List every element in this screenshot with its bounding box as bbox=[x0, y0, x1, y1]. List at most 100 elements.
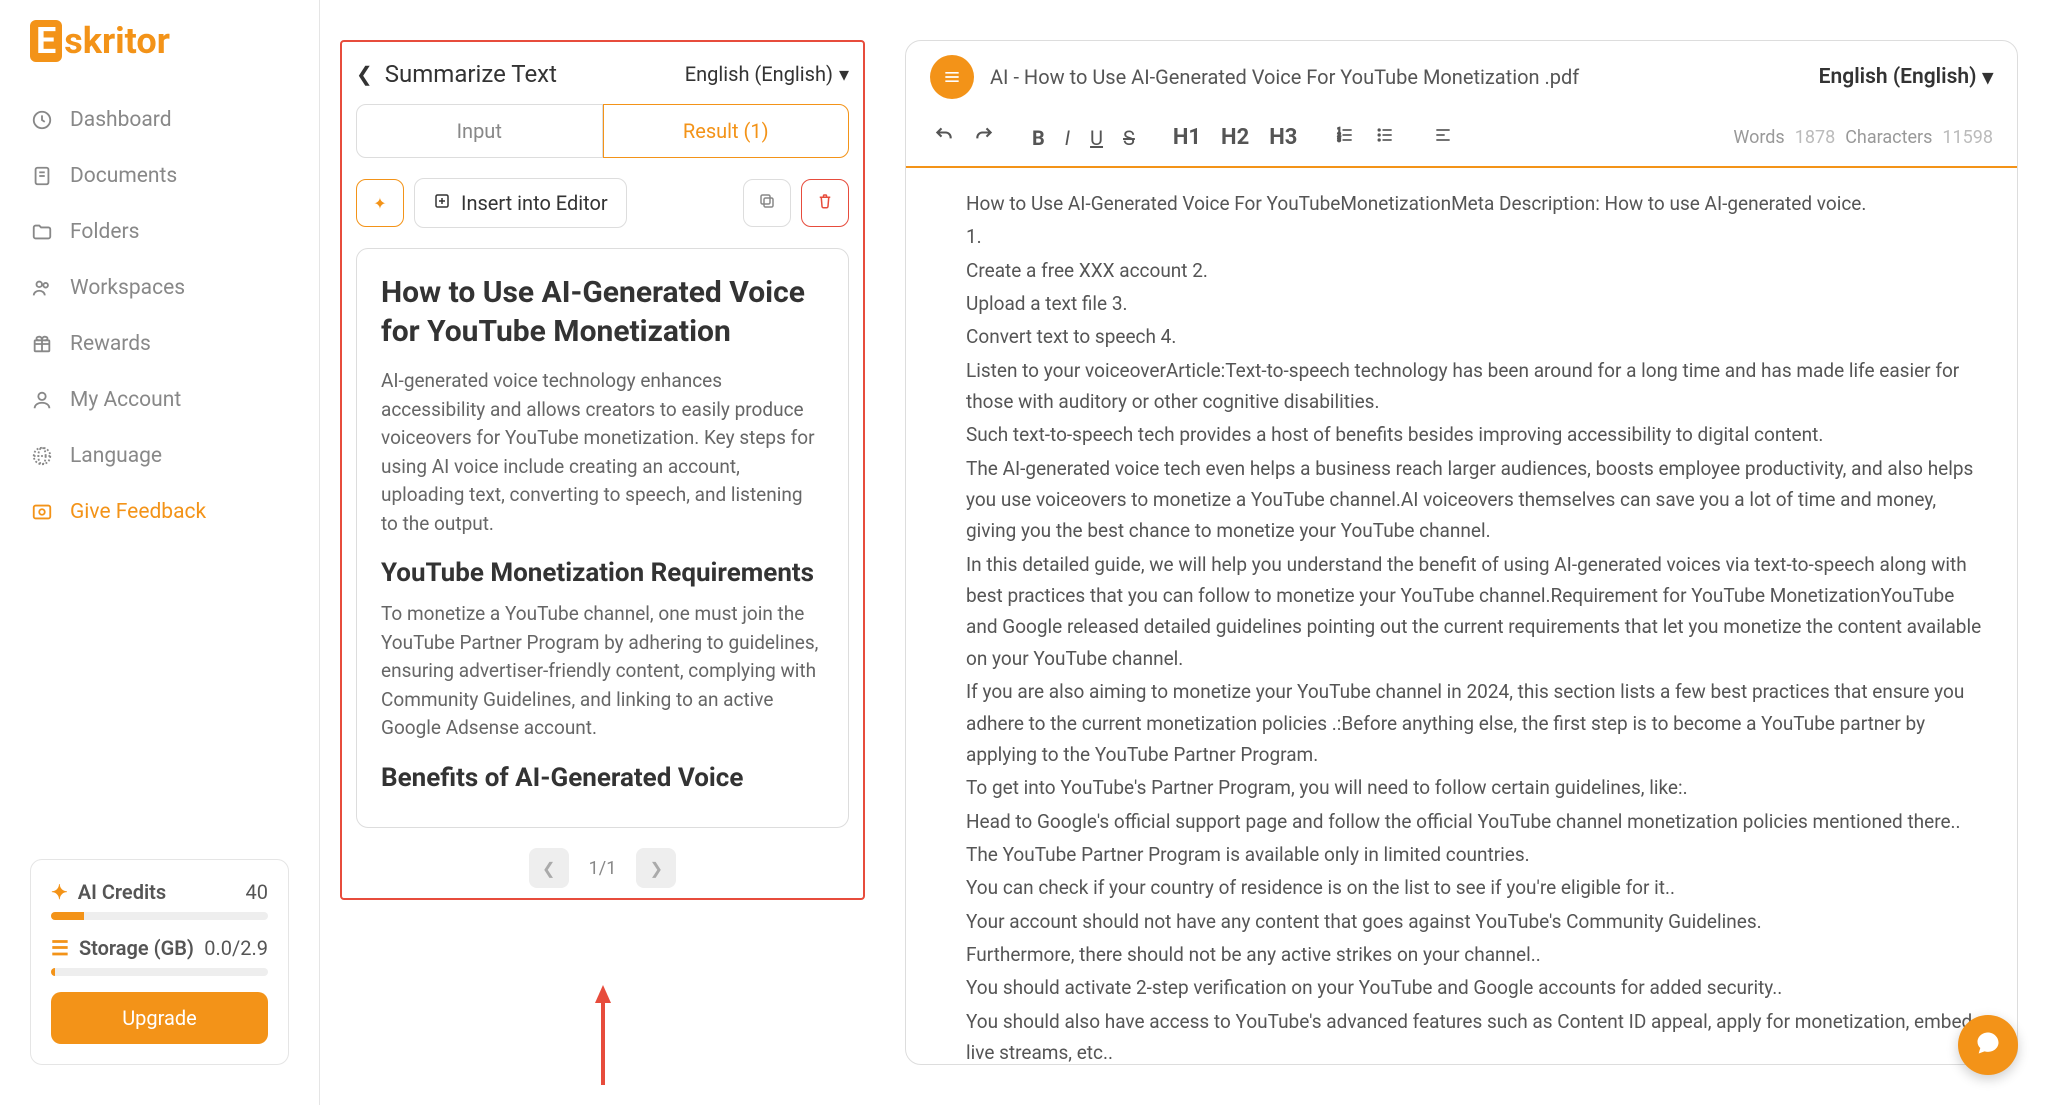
trash-icon bbox=[816, 192, 834, 214]
workspaces-icon bbox=[30, 276, 54, 300]
logo[interactable]: Eskritor bbox=[0, 20, 319, 82]
upgrade-button[interactable]: Upgrade bbox=[51, 992, 268, 1044]
editor-line: Head to Google's official support page a… bbox=[966, 806, 1987, 837]
panel-title: Summarize Text bbox=[385, 60, 557, 88]
insert-into-editor-button[interactable]: Insert into Editor bbox=[414, 178, 627, 228]
nav-rewards[interactable]: Rewards bbox=[0, 316, 319, 372]
summary-heading-3: Benefits of AI-Generated Voice bbox=[381, 763, 824, 793]
chat-icon bbox=[1974, 1029, 2002, 1061]
nav-workspaces[interactable]: Workspaces bbox=[0, 260, 319, 316]
editor-line: In this detailed guide, we will help you… bbox=[966, 549, 1987, 674]
editor-panel: AI - How to Use AI-Generated Voice For Y… bbox=[885, 0, 2048, 1105]
folders-icon bbox=[30, 220, 54, 244]
regenerate-button[interactable]: ✦ bbox=[356, 179, 404, 227]
summary-paragraph-1: AI-generated voice technology enhances a… bbox=[381, 367, 824, 538]
ai-credits-value: 40 bbox=[246, 880, 268, 904]
editor-line: If you are also aiming to monetize your … bbox=[966, 676, 1987, 770]
sparkle-icon: ✦ bbox=[373, 194, 386, 213]
ai-credits-label: ✦ AI Credits bbox=[51, 880, 166, 904]
editor-line: You should also have access to YouTube's… bbox=[966, 1006, 1987, 1064]
nav-label: Give Feedback bbox=[70, 500, 206, 524]
tabs: Input Result (1) bbox=[356, 104, 849, 158]
toolbar: B I U S H1 H2 H3 123 Words 1878 Characte… bbox=[906, 113, 2017, 168]
documents-icon bbox=[30, 164, 54, 188]
language-select[interactable]: English (English) ▾ bbox=[685, 62, 849, 86]
editor-language-select[interactable]: English (English) ▾ bbox=[1819, 65, 1993, 90]
pager-text: 1/1 bbox=[589, 858, 617, 879]
pager-next-button[interactable]: ❯ bbox=[636, 848, 676, 888]
summarize-panel: ❮ Summarize Text English (English) ▾ Inp… bbox=[320, 0, 885, 1105]
align-button[interactable] bbox=[1429, 121, 1457, 154]
chevron-down-icon: ▾ bbox=[1982, 65, 1993, 90]
ordered-list-button[interactable]: 123 bbox=[1331, 121, 1359, 154]
bold-button[interactable]: B bbox=[1028, 122, 1049, 154]
chars-count: 11598 bbox=[1942, 127, 1993, 148]
nav-label: Language bbox=[70, 444, 162, 468]
credits-box: ✦ AI Credits 40 ☰ Storage (GB) 0.0/2.9 U… bbox=[30, 859, 289, 1065]
editor-content[interactable]: How to Use AI-Generated Voice For YouTub… bbox=[906, 168, 2017, 1064]
feedback-icon bbox=[30, 500, 54, 524]
summary-heading-1: How to Use AI-Generated Voice for YouTub… bbox=[381, 273, 824, 351]
editor-line: Furthermore, there should not be any act… bbox=[966, 939, 1987, 970]
h3-button[interactable]: H3 bbox=[1265, 121, 1301, 154]
summary-card: How to Use AI-Generated Voice for YouTub… bbox=[356, 248, 849, 828]
words-count: 1878 bbox=[1795, 127, 1835, 148]
nav-account[interactable]: My Account bbox=[0, 372, 319, 428]
nav-language[interactable]: Language bbox=[0, 428, 319, 484]
pager-prev-button[interactable]: ❮ bbox=[529, 848, 569, 888]
nav-label: Documents bbox=[70, 164, 177, 188]
nav-folders[interactable]: Folders bbox=[0, 204, 319, 260]
h1-button[interactable]: H1 bbox=[1169, 121, 1205, 154]
bullet-list-button[interactable] bbox=[1371, 121, 1399, 154]
nav-label: Rewards bbox=[70, 332, 151, 356]
editor-line: Create a free XXX account 2. bbox=[966, 255, 1987, 286]
dashboard-icon bbox=[30, 108, 54, 132]
editor-line: Your account should not have any content… bbox=[966, 906, 1987, 937]
highlight-annotation: ❮ Summarize Text English (English) ▾ Inp… bbox=[340, 40, 865, 900]
editor-line: How to Use AI-Generated Voice For YouTub… bbox=[966, 188, 1987, 219]
editor-line: The YouTube Partner Program is available… bbox=[966, 839, 1987, 870]
insert-icon bbox=[433, 191, 451, 215]
copy-icon bbox=[758, 192, 776, 214]
editor-line: The AI-generated voice tech even helps a… bbox=[966, 453, 1987, 547]
italic-button[interactable]: I bbox=[1061, 122, 1074, 154]
ai-credits-bar bbox=[51, 912, 268, 920]
storage-label: ☰ Storage (GB) bbox=[51, 936, 194, 960]
storage-icon: ☰ bbox=[51, 936, 69, 960]
rewards-icon bbox=[30, 332, 54, 356]
delete-button[interactable] bbox=[801, 179, 849, 227]
storage-value: 0.0/2.9 bbox=[204, 936, 268, 960]
sidebar: Eskritor Dashboard Documents Folders Wor… bbox=[0, 0, 320, 1105]
tab-result[interactable]: Result (1) bbox=[603, 104, 850, 158]
underline-button[interactable]: U bbox=[1086, 122, 1107, 154]
account-icon bbox=[30, 388, 54, 412]
chars-label: Characters bbox=[1845, 127, 1932, 148]
redo-button[interactable] bbox=[970, 121, 998, 154]
editor-line: Such text-to-speech tech provides a host… bbox=[966, 419, 1987, 450]
h2-button[interactable]: H2 bbox=[1217, 121, 1253, 154]
editor-line: 1. bbox=[966, 221, 1987, 252]
undo-button[interactable] bbox=[930, 121, 958, 154]
nav-label: Workspaces bbox=[70, 276, 185, 300]
document-title: AI - How to Use AI-Generated Voice For Y… bbox=[990, 65, 1579, 89]
nav-documents[interactable]: Documents bbox=[0, 148, 319, 204]
tab-input[interactable]: Input bbox=[356, 104, 603, 158]
nav-label: Dashboard bbox=[70, 108, 172, 132]
svg-text:3: 3 bbox=[1338, 138, 1341, 144]
sparkle-icon: ✦ bbox=[51, 880, 68, 904]
strikethrough-button[interactable]: S bbox=[1119, 122, 1139, 154]
language-icon bbox=[30, 444, 54, 468]
summary-heading-2: YouTube Monetization Requirements bbox=[381, 558, 824, 588]
editor-line: To get into YouTube's Partner Program, y… bbox=[966, 772, 1987, 803]
back-button[interactable]: ❮ bbox=[356, 62, 373, 86]
copy-button[interactable] bbox=[743, 179, 791, 227]
nav-label: My Account bbox=[70, 388, 181, 412]
arrow-annotation bbox=[593, 985, 613, 1085]
editor-line: Listen to your voiceoverArticle:Text-to-… bbox=[966, 355, 1987, 418]
chat-button[interactable] bbox=[1958, 1015, 2018, 1075]
nav-label: Folders bbox=[70, 220, 139, 244]
nav-dashboard[interactable]: Dashboard bbox=[0, 92, 319, 148]
nav-feedback[interactable]: Give Feedback bbox=[0, 484, 319, 540]
pager: ❮ 1/1 ❯ bbox=[352, 848, 853, 888]
chevron-down-icon: ▾ bbox=[839, 62, 849, 86]
